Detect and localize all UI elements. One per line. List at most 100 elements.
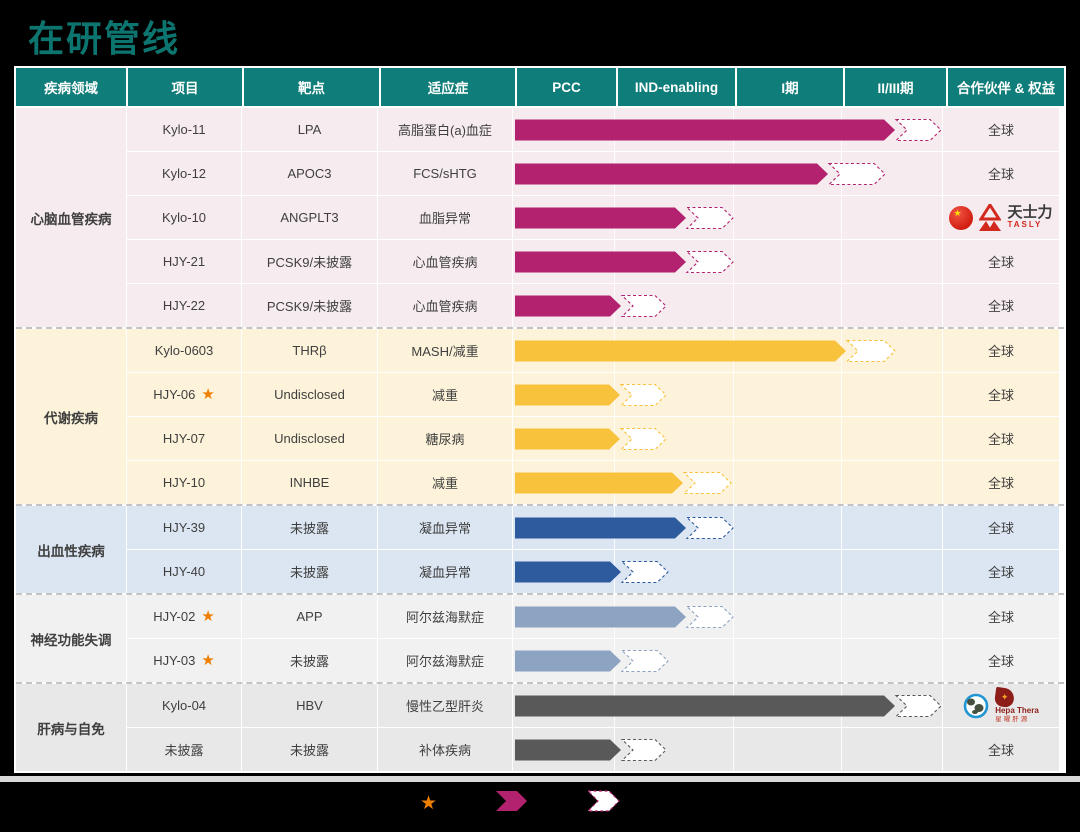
- projected-phase-arrow: [687, 606, 733, 627]
- bottom-divider: [0, 776, 1080, 782]
- phase-track: [513, 506, 942, 549]
- project-name: HJY-39: [163, 520, 205, 535]
- project-cell: 未披露: [127, 728, 241, 771]
- target-cell: 未披露: [242, 550, 377, 593]
- target-cell: LPA: [242, 108, 377, 151]
- disease-group-grid: 出血性疾病HJY-39未披露凝血异常全球HJY-40未披露凝血异常全球: [16, 506, 1064, 593]
- target-cell: Undisclosed: [242, 373, 377, 416]
- solid-phase-arrow: [515, 340, 846, 361]
- table-header-row: 疾病领域项目靶点适应症PCCIND-enablingI期II/III期合作伙伴 …: [16, 68, 1064, 106]
- partner-cell: ★天士力TASLY: [943, 196, 1059, 239]
- disease-area-cell: 心脑血管疾病: [16, 108, 126, 327]
- phase-track: [513, 284, 942, 327]
- phase-progress-bar: [515, 383, 942, 407]
- hepathera-leaf-icon: ✦: [994, 687, 1015, 708]
- indication-cell: 阿尔兹海默症: [378, 639, 512, 682]
- disease-area-cell: 神经功能失调: [16, 595, 126, 682]
- partner-rights-label: 全球: [988, 473, 1014, 492]
- target-cell: APOC3: [242, 152, 377, 195]
- indication-cell: 糖尿病: [378, 417, 512, 460]
- project-cell: HJY-06★: [127, 373, 241, 416]
- partner-cell: ✦Hepa Thera星曜肝源: [943, 684, 1059, 727]
- partner-name-cn: 星曜肝源: [995, 716, 1029, 723]
- indication-cell: 高脂蛋白(a)血症: [378, 108, 512, 151]
- phase-progress-bar: [515, 605, 942, 629]
- phase-track: [513, 152, 942, 195]
- target-cell: HBV: [242, 684, 377, 727]
- projected-phase-arrow: [896, 695, 941, 716]
- pipeline-slide: { "title": "在研管线", "header": { "columns"…: [0, 0, 1080, 832]
- project-cell: Kylo-04: [127, 684, 241, 727]
- project-name: Kylo-11: [162, 122, 205, 137]
- project-name: HJY-40: [163, 564, 205, 579]
- solid-phase-arrow: [515, 561, 621, 582]
- phase-progress-bar: [515, 649, 942, 673]
- projected-phase-arrow: [622, 561, 668, 582]
- partner-cell: 全球: [943, 417, 1059, 460]
- partner-cell: 全球: [943, 373, 1059, 416]
- solid-phase-arrow: [515, 695, 895, 716]
- project-name: HJY-07: [163, 431, 205, 446]
- project-name: HJY-03: [153, 653, 195, 668]
- header-cell: IND-enabling: [618, 68, 735, 106]
- project-name: Kylo-12: [162, 166, 206, 181]
- solid-phase-arrow: [515, 119, 895, 140]
- indication-cell: 减重: [378, 373, 512, 416]
- project-cell: Kylo-0603: [127, 329, 241, 372]
- projected-phase-arrow: [621, 384, 666, 405]
- project-name: HJY-10: [163, 475, 205, 490]
- legend: ★: [420, 789, 621, 818]
- indication-cell: 慢性乙型肝炎: [378, 684, 512, 727]
- phase-progress-bar: [515, 738, 942, 762]
- project-name: 未披露: [164, 740, 203, 759]
- partner-name: 天士力: [1007, 205, 1052, 222]
- header-cell: 疾病领域: [16, 68, 126, 106]
- project-name: Kylo-10: [162, 210, 206, 225]
- partner-rights-label: 全球: [988, 518, 1014, 537]
- phase-progress-bar: [515, 206, 942, 230]
- phase-track: [513, 196, 942, 239]
- phase-progress-bar: [515, 294, 942, 318]
- partner-cell: 全球: [943, 152, 1059, 195]
- project-name: HJY-21: [163, 254, 205, 269]
- project-cell: HJY-10: [127, 461, 241, 504]
- partner-rights-label: 全球: [988, 651, 1014, 670]
- disease-group: 肝病与自免Kylo-04HBV慢性乙型肝炎✦Hepa Thera星曜肝源未披露未…: [16, 682, 1064, 771]
- indication-cell: FCS/sHTG: [378, 152, 512, 195]
- disease-group: 心脑血管疾病Kylo-11LPA高脂蛋白(a)血症全球Kylo-12APOC3F…: [16, 108, 1064, 327]
- partner-cell: 全球: [943, 728, 1059, 771]
- hepathera-logo: ✦Hepa Thera星曜肝源: [963, 688, 1039, 723]
- indication-cell: 阿尔兹海默症: [378, 595, 512, 638]
- target-cell: 未披露: [242, 728, 377, 771]
- target-cell: THRβ: [242, 329, 377, 372]
- projected-phase-arrow: [896, 119, 941, 140]
- phase-track: [513, 240, 942, 283]
- phase-track: [513, 461, 942, 504]
- project-cell: HJY-03★: [127, 639, 241, 682]
- projected-phase-arrow: [622, 295, 666, 316]
- project-name: Kylo-0603: [155, 343, 214, 358]
- partner-cell: 全球: [943, 284, 1059, 327]
- project-cell: HJY-07: [127, 417, 241, 460]
- indication-cell: 血脂异常: [378, 196, 512, 239]
- legend-dashed-arrow-icon: [587, 789, 621, 818]
- header-cell: II/III期: [845, 68, 946, 106]
- partner-rights-label: 全球: [988, 120, 1014, 139]
- phase-track: [513, 417, 942, 460]
- disease-group-grid: 肝病与自免Kylo-04HBV慢性乙型肝炎✦Hepa Thera星曜肝源未披露未…: [16, 684, 1064, 771]
- partner-rights-label: 全球: [988, 429, 1014, 448]
- partner-rights-label: 全球: [988, 341, 1014, 360]
- solid-phase-arrow: [515, 517, 686, 538]
- disease-group-grid: 代谢疾病Kylo-0603THRβMASH/减重全球HJY-06★Undiscl…: [16, 329, 1064, 504]
- projected-phase-arrow: [829, 163, 885, 184]
- key-program-star-icon: ★: [201, 609, 214, 624]
- partner-cell: 全球: [943, 461, 1059, 504]
- target-cell: Undisclosed: [242, 417, 377, 460]
- partner-rights-label: 全球: [988, 562, 1014, 581]
- solid-phase-arrow: [515, 295, 621, 316]
- projected-phase-arrow: [687, 207, 733, 228]
- phase-progress-bar: [515, 560, 942, 584]
- phase-track: [513, 550, 942, 593]
- partner-cell: 全球: [943, 506, 1059, 549]
- project-cell: HJY-21: [127, 240, 241, 283]
